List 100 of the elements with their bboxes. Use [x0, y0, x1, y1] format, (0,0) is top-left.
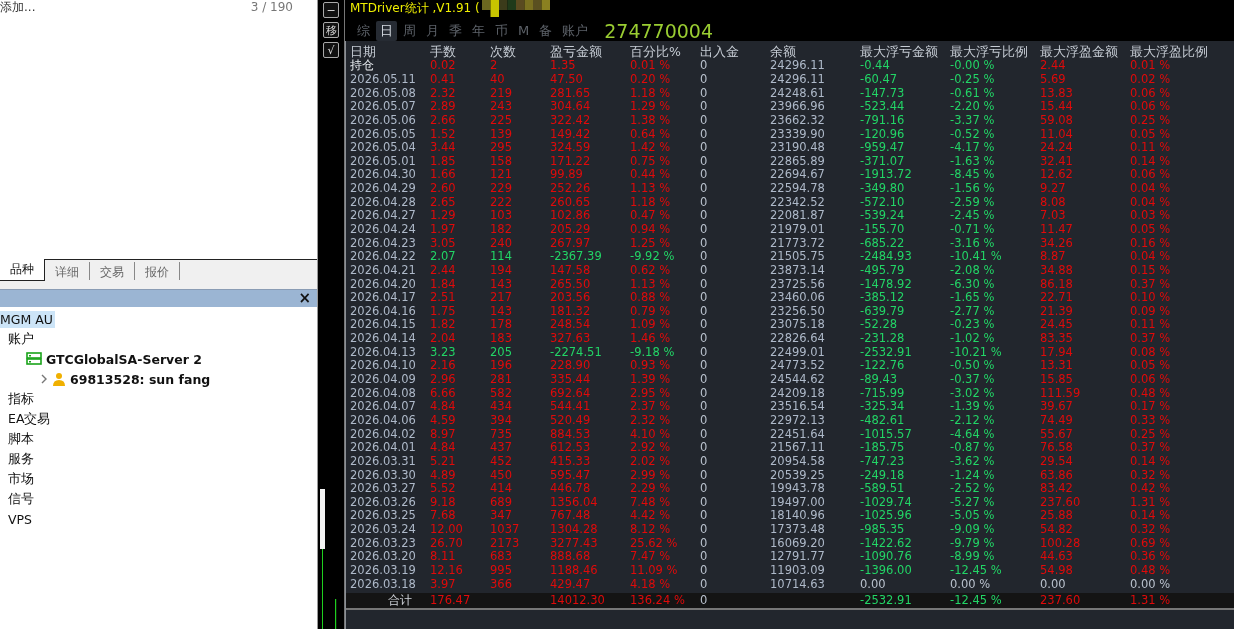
table-cell: 19943.78: [770, 482, 825, 496]
column-header: 次数: [490, 45, 516, 59]
tree-item[interactable]: 69813528: sun fang: [70, 370, 213, 388]
table-cell: 8.87: [1040, 250, 1066, 264]
table-cell: 0.48 %: [1130, 386, 1171, 400]
tree-item[interactable]: EA交易: [8, 409, 53, 429]
table-cell: 0.33 %: [1130, 413, 1171, 427]
tree-item[interactable]: VPS: [8, 510, 35, 528]
table-cell: 2026.05.05: [350, 127, 416, 141]
table-cell: 23966.96: [770, 100, 825, 114]
table-cell: 0.17 %: [1130, 400, 1171, 414]
table-cell: 452: [490, 454, 512, 468]
table-cell: 0: [700, 127, 708, 141]
table-cell: -3.16 %: [950, 236, 995, 250]
table-cell: 0.05 %: [1130, 223, 1171, 236]
tree-item[interactable]: GTCGlobalSA-Server 2: [46, 350, 204, 368]
table-cell: 5.52: [430, 482, 456, 496]
tree-item[interactable]: MGM AU: [0, 310, 55, 328]
tree-item[interactable]: 信号: [8, 489, 36, 509]
tree-item[interactable]: 账户: [8, 329, 36, 349]
period-tab[interactable]: 季: [445, 20, 466, 41]
table-cell: 0: [700, 454, 708, 468]
table-cell: 23873.14: [770, 263, 825, 277]
table-cell: 0: [700, 441, 708, 455]
table-cell: 20539.25: [770, 468, 825, 482]
table-cell: 9.18: [430, 495, 456, 509]
table-cell: -0.44: [860, 59, 890, 73]
table-cell: 4.59: [430, 413, 456, 427]
period-tab[interactable]: 账户: [558, 20, 593, 41]
side-button[interactable]: −: [323, 2, 339, 18]
table-cell: 2026.05.07: [350, 100, 416, 114]
table-cell: 3.44: [430, 141, 456, 155]
table-cell: 2026.04.21: [350, 263, 416, 277]
table-cell: 0: [700, 318, 708, 332]
total-cell: 176.47: [430, 594, 471, 607]
table-cell: 3.05: [430, 236, 456, 250]
table-cell: 0.25 %: [1130, 427, 1171, 441]
period-tab[interactable]: 月: [422, 20, 443, 41]
table-cell: 1.13 %: [630, 182, 671, 196]
table-cell: 2.07: [430, 250, 456, 264]
table-cell: 0.00: [1040, 577, 1066, 591]
table-cell: -249.18: [860, 468, 905, 482]
table-cell: 2.89: [430, 100, 456, 114]
table-cell: -3.02 %: [950, 386, 995, 400]
table-cell: 0: [700, 250, 708, 264]
table-cell: 111.59: [1040, 386, 1081, 400]
close-button[interactable]: ×: [298, 291, 311, 306]
panel-tab[interactable]: 报价: [135, 262, 180, 280]
table-cell: 22081.87: [770, 209, 825, 223]
tree-item[interactable]: 市场: [8, 469, 36, 489]
table-cell: 2.44: [1040, 59, 1066, 73]
table-cell: 17.94: [1040, 345, 1073, 359]
tree-item[interactable]: 服务: [8, 449, 36, 469]
table-cell: 59.08: [1040, 113, 1073, 127]
table-cell: 683: [490, 550, 512, 564]
person-icon: [52, 372, 66, 386]
side-button[interactable]: √: [323, 42, 339, 58]
table-cell: 19497.00: [770, 495, 825, 509]
table-cell: 4.10 %: [630, 427, 671, 441]
table-cell: -0.50 %: [950, 359, 995, 373]
table-cell: -523.44: [860, 100, 905, 114]
total-cell: -12.45 %: [950, 594, 1002, 607]
table-cell: 217: [490, 291, 512, 305]
table-cell: 995: [490, 564, 512, 577]
table-cell: 295: [490, 141, 512, 155]
tree-item[interactable]: 指标: [8, 389, 36, 409]
period-tab[interactable]: 日: [376, 20, 397, 41]
table-cell: 692.64: [550, 386, 591, 400]
table-cell: 55.67: [1040, 427, 1073, 441]
table-cell: -0.61 %: [950, 86, 995, 100]
table-cell: 2.99 %: [630, 468, 671, 482]
table-cell: 121: [490, 168, 512, 182]
table-cell: 147.58: [550, 263, 591, 277]
table-cell: 10714.63: [770, 577, 825, 591]
table-cell: 143: [490, 304, 512, 318]
table-cell: 8.12 %: [630, 523, 671, 537]
table-cell: 22694.67: [770, 168, 825, 182]
table-cell: -2484.93: [860, 250, 912, 264]
chevron-icon[interactable]: [40, 374, 48, 384]
table-cell: 7.68: [430, 509, 456, 523]
table-cell: 2026.03.24: [350, 523, 416, 537]
panel-tab[interactable]: 详细: [45, 262, 90, 280]
table-cell: 23662.32: [770, 113, 825, 127]
panel-tab[interactable]: 品种: [0, 259, 45, 281]
table-cell: 2026.04.16: [350, 304, 416, 318]
panel-tab[interactable]: 交易: [90, 262, 135, 280]
table-cell: 8.11: [430, 550, 456, 564]
table-cell: 2.96: [430, 373, 456, 387]
table-cell: 24.45: [1040, 318, 1073, 332]
table-cell: 0: [700, 263, 708, 277]
table-cell: 32.41: [1040, 154, 1073, 168]
period-tab[interactable]: 年: [468, 20, 489, 41]
side-button[interactable]: 移: [323, 22, 339, 38]
total-cell: 237.60: [1040, 594, 1081, 607]
table-cell: 2026.03.18: [350, 577, 416, 591]
table-cell: -0.23 %: [950, 318, 995, 332]
period-tab[interactable]: 综: [353, 20, 374, 41]
table-cell: -122.76: [860, 359, 905, 373]
period-tab[interactable]: 周: [399, 20, 420, 41]
tree-item[interactable]: 脚本: [8, 429, 36, 449]
